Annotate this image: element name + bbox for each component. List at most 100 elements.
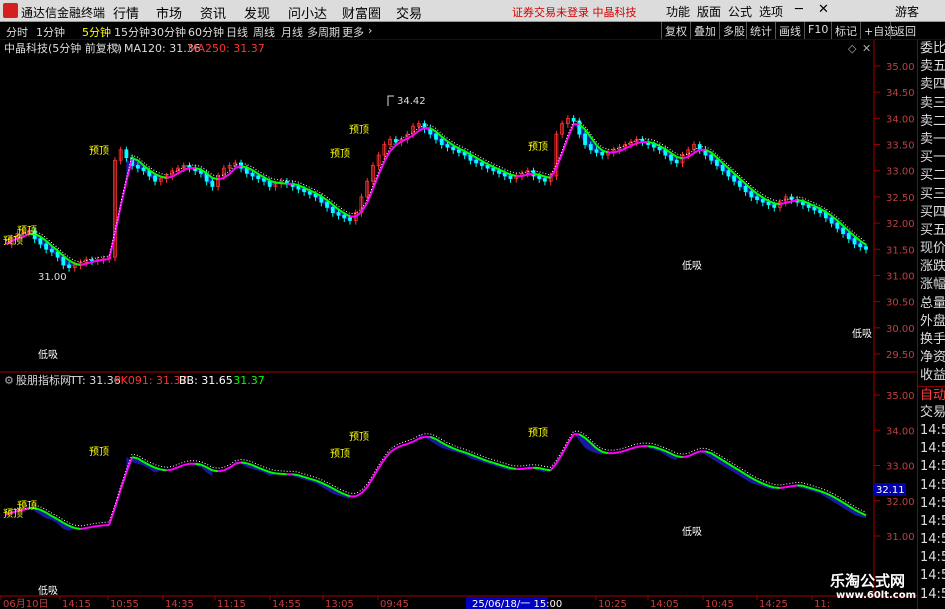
candle-body bbox=[61, 256, 66, 266]
time-label: 14:55 bbox=[272, 599, 301, 609]
ma-line-segment bbox=[183, 462, 190, 467]
candle-body bbox=[135, 165, 140, 169]
time-label: 13:05 bbox=[325, 599, 354, 609]
ma250-label: MA250: 31.37 bbox=[188, 42, 265, 55]
candle-body bbox=[296, 186, 301, 190]
side-trade[interactable]: 交易 bbox=[918, 404, 945, 422]
ma-line-segment bbox=[406, 440, 414, 445]
ma-line-segment bbox=[785, 485, 792, 489]
candle-body bbox=[325, 201, 329, 208]
ma-line-segment bbox=[360, 202, 369, 213]
upper-tick-label: 30.00 bbox=[886, 324, 915, 335]
ma-line-segment bbox=[372, 174, 380, 190]
ma-line-segment bbox=[636, 445, 643, 448]
ma-line-segment bbox=[682, 455, 689, 459]
upper-tick-label: 31.00 bbox=[886, 271, 915, 282]
candle-body bbox=[307, 191, 312, 195]
side-netasset: 净资 bbox=[920, 350, 945, 366]
candle-body bbox=[267, 180, 272, 187]
current-price-label: 32.11 bbox=[876, 485, 905, 496]
ma-line-segment bbox=[791, 199, 798, 203]
upper-tick-label: 30.50 bbox=[886, 298, 915, 309]
side-volume: 总量 bbox=[920, 295, 945, 311]
candle-body bbox=[594, 149, 599, 153]
top-warn-signal: 预顶 bbox=[349, 431, 369, 443]
candle-body bbox=[715, 159, 719, 166]
side-sell2: 卖二 bbox=[920, 113, 945, 129]
candle-body bbox=[457, 149, 461, 153]
ma-line-segment bbox=[785, 200, 792, 204]
ma-line-segment bbox=[86, 525, 93, 530]
ma-line-segment bbox=[693, 148, 701, 154]
ma-line-segment bbox=[108, 507, 116, 526]
ma-line-segment bbox=[549, 462, 558, 471]
upper-settings-icon[interactable]: ⚙ bbox=[111, 42, 121, 55]
ma-line-segment bbox=[791, 484, 798, 488]
candle-body bbox=[336, 212, 341, 216]
candle-body bbox=[772, 204, 777, 208]
candle-body bbox=[852, 238, 857, 245]
kline-chart[interactable]: 35.00 34.50 34.00 33.50 33.00 32.50 32.00 31.50… bbox=[0, 0, 917, 609]
candle-body bbox=[806, 204, 811, 208]
ma-line-segment bbox=[235, 461, 242, 465]
candle-body bbox=[210, 180, 215, 187]
upper-series bbox=[5, 115, 868, 272]
ma-line-segment bbox=[693, 450, 701, 455]
ma-line-segment bbox=[383, 451, 391, 460]
ma-line-segment bbox=[97, 258, 104, 262]
candle-body bbox=[732, 175, 737, 182]
ma-line-segment bbox=[171, 466, 179, 471]
upper-tick-label: 29.50 bbox=[886, 350, 915, 361]
candle-body bbox=[250, 172, 255, 177]
ma-line-segment bbox=[412, 437, 420, 443]
side-auto[interactable]: 自动 bbox=[918, 385, 945, 404]
quote-side-panel: 委比 卖五 卖四 卖三 卖二 卖一 买一 买二 买三 买四 买五 现价 涨跌 涨… bbox=[917, 40, 945, 609]
ma-line-segment bbox=[171, 172, 179, 178]
top-warn-signal: 预顶 bbox=[330, 148, 350, 160]
ma-line-segment bbox=[275, 181, 282, 185]
side-sell5: 卖五 bbox=[920, 59, 945, 75]
candle-body bbox=[864, 246, 868, 250]
candle-body bbox=[348, 217, 352, 221]
side-time-2: 14:56 bbox=[920, 441, 945, 457]
ma-line-segment bbox=[555, 153, 564, 168]
side-time-8: 14:56 bbox=[920, 550, 945, 566]
watermark-title: 乐淘公式网 bbox=[830, 572, 906, 590]
candle-body bbox=[445, 144, 450, 148]
ma-line-segment bbox=[292, 473, 299, 477]
close-panel-icon[interactable]: ✕ bbox=[862, 42, 871, 55]
ma-line-segment bbox=[624, 144, 632, 150]
candle-body bbox=[393, 138, 398, 143]
ma-line-segment bbox=[566, 123, 575, 139]
lower-settings-icon[interactable]: ⚙ bbox=[4, 374, 14, 387]
high-pointer bbox=[387, 95, 394, 106]
upper-tick-label: 33.50 bbox=[886, 141, 915, 152]
candle-body bbox=[749, 191, 754, 198]
candle-body bbox=[858, 243, 863, 248]
candle-body bbox=[537, 175, 542, 179]
time-label: 14:25 bbox=[759, 599, 788, 609]
lower-tick-label: 32.00 bbox=[886, 497, 915, 508]
candle-body bbox=[451, 146, 456, 151]
candle-body bbox=[508, 175, 513, 179]
ma-line-segment bbox=[113, 489, 122, 509]
candle-body bbox=[491, 167, 496, 172]
ma-line-segment bbox=[194, 167, 202, 171]
ma-line-segment bbox=[630, 446, 637, 450]
diamond-icon[interactable]: ◇ bbox=[848, 42, 857, 55]
ma-line-segment bbox=[240, 461, 247, 465]
upper-tick-label: 32.00 bbox=[886, 219, 915, 230]
side-sell3: 卖三 bbox=[920, 95, 945, 111]
ma-line-segment bbox=[687, 452, 695, 458]
ma-line-segment bbox=[613, 150, 620, 154]
candle-body bbox=[141, 167, 146, 172]
ma-line-segment bbox=[619, 147, 626, 153]
low-buy-signal: 低吸 bbox=[682, 259, 702, 272]
candle-body bbox=[49, 248, 54, 253]
candle-body bbox=[543, 178, 547, 182]
ma-line-segment bbox=[521, 467, 528, 471]
lower-tick-label: 35.00 bbox=[886, 391, 915, 402]
ma-line-segment bbox=[797, 199, 804, 202]
side-price: 现价 bbox=[920, 241, 945, 257]
ma-line-segment bbox=[682, 156, 689, 160]
